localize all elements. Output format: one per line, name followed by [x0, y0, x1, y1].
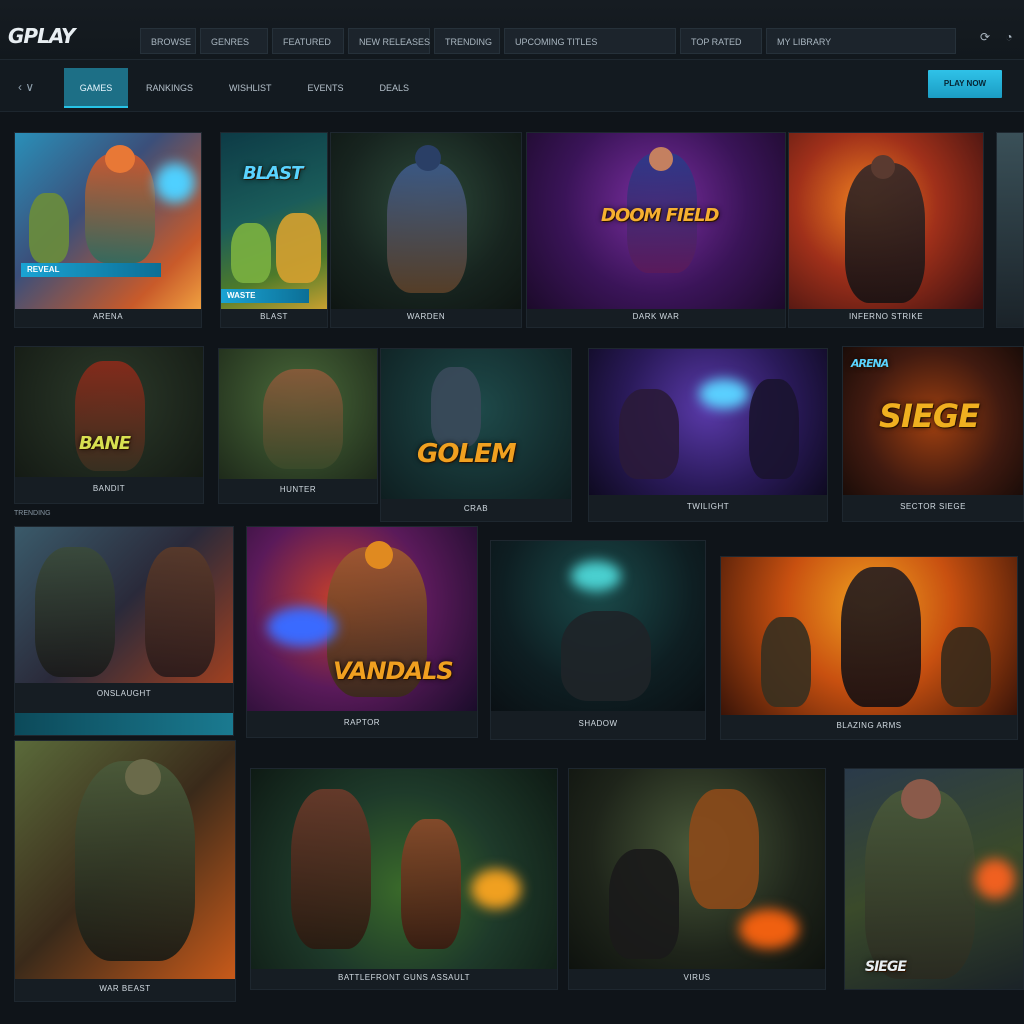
- nav-item-new-releases[interactable]: NEW RELEASES: [348, 28, 430, 54]
- game-art: [997, 133, 1023, 327]
- game-card[interactable]: SHADOW: [490, 540, 706, 740]
- game-card[interactable]: BLAZING ARMS: [720, 556, 1018, 740]
- game-art: [589, 349, 827, 495]
- game-title: TWILIGHT: [686, 502, 730, 511]
- game-card[interactable]: BANE BANDIT: [14, 346, 204, 504]
- top-navigation: BROWSE GENRES FEATURED NEW RELEASES TREN…: [140, 28, 960, 54]
- play-now-button[interactable]: PLAY NOW: [928, 70, 1002, 98]
- game-title: HUNTER: [279, 485, 317, 494]
- game-art: GOLEM: [381, 349, 571, 499]
- game-title: SHADOW: [578, 719, 618, 728]
- game-title: VIRUS: [683, 973, 711, 982]
- game-card[interactable]: WAR BEAST: [14, 740, 236, 1002]
- game-card[interactable]: BATTLEFRONT GUNS ASSAULT: [250, 768, 558, 990]
- game-art: VANDALS: [247, 527, 477, 711]
- game-card[interactable]: HUNTER: [218, 348, 378, 504]
- game-art-strip: WASTE: [221, 289, 309, 303]
- game-title: DARK WAR: [632, 312, 680, 321]
- game-art: REVEAL: [15, 133, 201, 309]
- game-card[interactable]: WARDEN: [330, 132, 522, 328]
- game-art: [15, 527, 233, 683]
- game-art-title: REVEAL: [21, 263, 161, 277]
- nav-item-library[interactable]: MY LIBRARY: [766, 28, 956, 54]
- game-title: BATTLEFRONT GUNS ASSAULT: [337, 973, 471, 982]
- card-highlight-bar: [15, 713, 233, 735]
- game-title: INFERNO STRIKE: [848, 312, 924, 321]
- game-card[interactable]: ARENA SIEGE SECTOR SIEGE: [842, 346, 1024, 522]
- game-card[interactable]: SIEGE: [844, 768, 1024, 990]
- game-art: [15, 741, 235, 979]
- game-title: WAR BEAST: [99, 984, 151, 993]
- game-title: BANDIT: [92, 484, 126, 493]
- game-art-title: DOOM FIELD: [601, 205, 719, 226]
- tab-games[interactable]: GAMES: [64, 68, 128, 108]
- filter-tabs: GAMES RANKINGS WISHLIST EVENTS DEALS: [64, 68, 427, 108]
- user-icon[interactable]: ◔: [1002, 30, 1016, 44]
- game-title: BLAST: [260, 312, 288, 321]
- game-card[interactable]: INFERNO STRIKE: [788, 132, 984, 328]
- game-title: SECTOR SIEGE: [900, 502, 966, 511]
- game-art-title: BANE: [79, 433, 131, 454]
- game-art: DOOM FIELD: [527, 133, 785, 309]
- game-art: BANE: [15, 347, 203, 477]
- game-art: BLAST WASTE: [221, 133, 327, 309]
- app-logo[interactable]: GPLAY: [8, 24, 75, 48]
- game-title: CRAB: [463, 504, 489, 513]
- game-title: BLAZING ARMS: [836, 721, 902, 730]
- game-art: ARENA SIEGE: [843, 347, 1023, 495]
- game-title: ARENA: [92, 312, 124, 321]
- game-art: [569, 769, 825, 969]
- refresh-icon[interactable]: ⟳: [978, 30, 992, 44]
- filter-bar: ‹ ∨ GAMES RANKINGS WISHLIST EVENTS DEALS…: [0, 60, 1024, 112]
- game-art: [491, 541, 705, 711]
- game-card[interactable]: TWILIGHT: [588, 348, 828, 522]
- nav-item-browse[interactable]: BROWSE: [140, 28, 196, 54]
- game-art-title: VANDALS: [333, 657, 454, 685]
- game-card[interactable]: REVEAL ARENA: [14, 132, 202, 328]
- game-title: WARDEN: [406, 312, 446, 321]
- game-card[interactable]: DOOM FIELD DARK WAR: [526, 132, 786, 328]
- tab-rankings[interactable]: RANKINGS: [128, 68, 211, 108]
- game-art: SIEGE: [845, 769, 1023, 989]
- nav-item-trending[interactable]: TRENDING: [434, 28, 500, 54]
- game-art-title: BLAST: [243, 163, 303, 184]
- game-card[interactable]: ONSLAUGHT: [14, 526, 234, 736]
- nav-item-upcoming[interactable]: UPCOMING TITLES: [504, 28, 676, 54]
- nav-item-featured[interactable]: FEATURED: [272, 28, 344, 54]
- game-art: [789, 133, 983, 309]
- top-bar: GPLAY BROWSE GENRES FEATURED NEW RELEASE…: [0, 0, 1024, 60]
- tab-events[interactable]: EVENTS: [290, 68, 362, 108]
- game-art-title: GOLEM: [417, 439, 517, 469]
- tab-deals[interactable]: DEALS: [362, 68, 428, 108]
- game-title: ONSLAUGHT: [96, 689, 152, 698]
- top-icons: ⟳ ◔: [978, 30, 1016, 44]
- game-title: RAPTOR: [343, 718, 381, 727]
- nav-item-genres[interactable]: GENRES: [200, 28, 268, 54]
- game-art-title: SIEGE: [865, 959, 907, 975]
- game-art: [251, 769, 557, 969]
- game-art-title: SIEGE: [879, 397, 980, 435]
- game-card[interactable]: GOLEM CRAB: [380, 348, 572, 522]
- game-card-partial[interactable]: [996, 132, 1024, 328]
- game-card[interactable]: VANDALS RAPTOR: [246, 526, 478, 738]
- back-icon[interactable]: ‹ ∨: [18, 80, 34, 94]
- game-art: [721, 557, 1017, 715]
- game-card[interactable]: BLAST WASTE BLAST: [220, 132, 328, 328]
- tab-wishlist[interactable]: WISHLIST: [211, 68, 290, 108]
- game-art-subtitle: ARENA: [851, 357, 889, 370]
- section-label: TRENDING: [14, 510, 51, 517]
- game-art: [331, 133, 521, 309]
- nav-item-top-rated[interactable]: TOP RATED: [680, 28, 762, 54]
- game-card[interactable]: VIRUS: [568, 768, 826, 990]
- game-art: [219, 349, 377, 479]
